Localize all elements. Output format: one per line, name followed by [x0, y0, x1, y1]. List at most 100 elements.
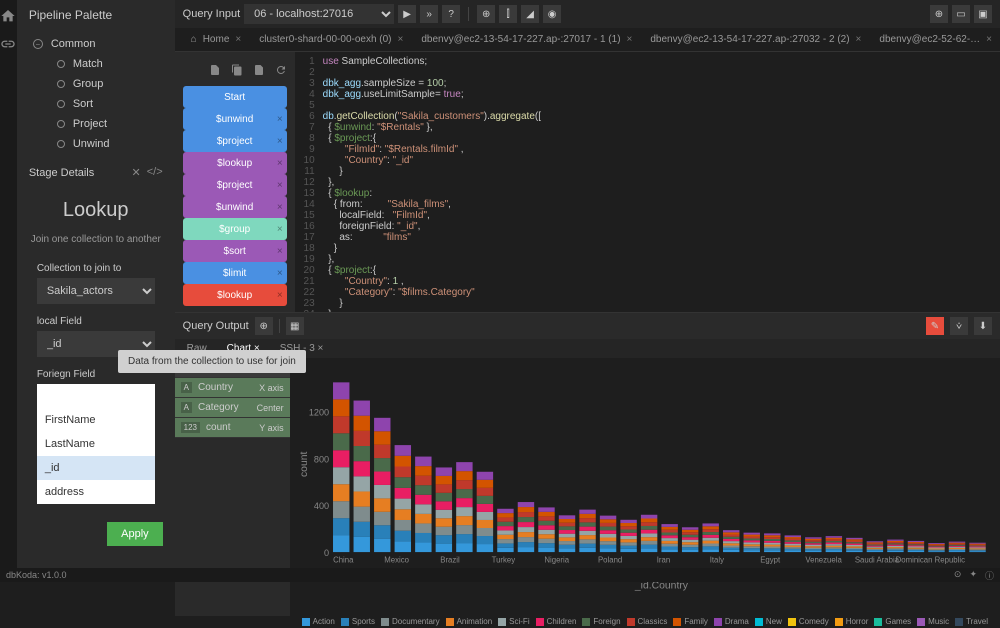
- query-input-label: Query Input: [183, 8, 240, 20]
- legend-item[interactable]: Games: [874, 617, 911, 626]
- chart-config-row[interactable]: ACountryX axis: [175, 378, 290, 398]
- close-icon[interactable]: ×: [398, 34, 404, 45]
- svg-text:count: count: [299, 451, 310, 477]
- close-icon[interactable]: ×: [277, 180, 283, 191]
- close-icon[interactable]: ×: [277, 246, 283, 257]
- output-download-button[interactable]: ⬇: [974, 317, 992, 335]
- legend-item[interactable]: Travel: [955, 617, 988, 626]
- save-button[interactable]: ▣: [974, 5, 992, 23]
- zoom-button[interactable]: ⊕: [477, 5, 495, 23]
- pipeline-stage[interactable]: $limit×: [183, 262, 287, 284]
- palette-item-sort[interactable]: Sort: [17, 94, 175, 114]
- chart-config-row[interactable]: ACategoryCenter: [175, 398, 290, 418]
- close-icon[interactable]: ×: [277, 114, 283, 125]
- close-icon[interactable]: ×: [277, 290, 283, 301]
- close-icon[interactable]: ×: [856, 34, 862, 45]
- svg-text:1200: 1200: [309, 408, 329, 418]
- code-icon[interactable]: </>: [147, 166, 163, 179]
- legend-item[interactable]: Drama: [714, 617, 749, 626]
- run-all-button[interactable]: »: [420, 5, 438, 23]
- legend-item[interactable]: New: [755, 617, 782, 626]
- close-icon[interactable]: ✕: [132, 166, 141, 179]
- chart-button[interactable]: ◢: [521, 5, 539, 23]
- palette-item-unwind[interactable]: Unwind: [17, 134, 175, 154]
- code-editor[interactable]: 1use SampleCollections;23dbk_agg.sampleS…: [295, 52, 1000, 312]
- output-edit-button[interactable]: ✎: [926, 317, 944, 335]
- dropdown-option[interactable]: address: [37, 480, 155, 504]
- output-zoom-button[interactable]: ⊕: [255, 317, 273, 335]
- stage-title: Lookup: [17, 187, 175, 234]
- legend-item[interactable]: Classics: [627, 617, 668, 626]
- output-filter-button[interactable]: ⩒: [950, 317, 968, 335]
- pipeline-stage[interactable]: $lookup×: [183, 284, 287, 306]
- status-bar: dbKoda: v1.0.0 ⊙ ✦ ⓘ: [0, 568, 1000, 582]
- apply-button[interactable]: Apply: [107, 522, 163, 546]
- editor-tab[interactable]: dbenvy@ec2-13-54-17-227.ap-:27017 - 1 (1…: [413, 28, 640, 52]
- output-header: Query Output: [183, 320, 249, 332]
- svg-text:Saudi Arabia: Saudi Arabia: [854, 555, 899, 564]
- editor-tab[interactable]: ⌂Home×: [183, 28, 250, 52]
- radio-icon: [57, 60, 65, 68]
- chart-config-row[interactable]: 123countY axis: [175, 418, 290, 438]
- add-button[interactable]: ⊕: [930, 5, 948, 23]
- close-icon[interactable]: ×: [277, 158, 283, 169]
- pipeline-stage[interactable]: $unwind×: [183, 196, 287, 218]
- status-info-icon[interactable]: ⓘ: [985, 569, 994, 582]
- legend-item[interactable]: Sci-Fi: [498, 617, 529, 626]
- connection-select[interactable]: 06 - localhost:27016: [244, 4, 394, 24]
- foreignfield-input[interactable]: [37, 384, 155, 408]
- pipeline-stage[interactable]: $project×: [183, 130, 287, 152]
- legend-item[interactable]: Horror: [835, 617, 869, 626]
- close-icon[interactable]: ×: [277, 268, 283, 279]
- legend-item[interactable]: Foreign: [582, 617, 620, 626]
- collection-select[interactable]: Sakila_actors: [37, 278, 155, 304]
- pipeline-stage[interactable]: $project×: [183, 174, 287, 196]
- radio-icon: [57, 120, 65, 128]
- pipeline-stage[interactable]: $group×: [183, 218, 287, 240]
- close-icon[interactable]: ×: [627, 34, 633, 45]
- close-icon[interactable]: ×: [277, 202, 283, 213]
- refresh-icon[interactable]: [275, 64, 287, 76]
- output-grid-button[interactable]: ▦: [286, 317, 304, 335]
- link-icon[interactable]: [0, 36, 16, 52]
- editor-tab[interactable]: cluster0-shard-00-00-oexh (0)×: [251, 28, 411, 52]
- legend-item[interactable]: Documentary: [381, 617, 440, 626]
- pipeline-stage[interactable]: $unwind×: [183, 108, 287, 130]
- palette-item-match[interactable]: Match: [17, 54, 175, 74]
- pipeline-stage[interactable]: $lookup×: [183, 152, 287, 174]
- status-bug-icon[interactable]: ✦: [969, 569, 977, 582]
- dropdown-option[interactable]: _id: [37, 456, 155, 480]
- stats-button[interactable]: ⫿: [499, 5, 517, 23]
- legend-item[interactable]: Comedy: [788, 617, 829, 626]
- version-label: dbKoda: v1.0.0: [6, 570, 67, 580]
- open-button[interactable]: ▭: [952, 5, 970, 23]
- globe-button[interactable]: ◉: [543, 5, 561, 23]
- status-support-icon[interactable]: ⊙: [954, 569, 962, 582]
- run-button[interactable]: ▶: [398, 5, 416, 23]
- export-icon[interactable]: [209, 64, 221, 76]
- copy-icon[interactable]: [231, 64, 243, 76]
- legend-item[interactable]: Children: [536, 617, 577, 626]
- legend-item[interactable]: Family: [673, 617, 708, 626]
- dropdown-option[interactable]: FirstName: [37, 408, 155, 432]
- palette-item-group[interactable]: Group: [17, 74, 175, 94]
- pipeline-stage[interactable]: Start: [183, 86, 287, 108]
- close-icon[interactable]: ×: [235, 34, 241, 45]
- palette-group-common[interactable]: Common: [17, 34, 175, 54]
- close-icon[interactable]: ×: [986, 34, 992, 45]
- home-icon[interactable]: [0, 8, 16, 24]
- legend-item[interactable]: Sports: [341, 617, 375, 626]
- editor-tab[interactable]: dbenvy@ec2-52-62-…×: [871, 28, 1000, 52]
- close-icon[interactable]: ×: [318, 343, 324, 354]
- palette-item-project[interactable]: Project: [17, 114, 175, 134]
- legend-item[interactable]: Action: [302, 617, 335, 626]
- doc-icon[interactable]: [253, 64, 265, 76]
- legend-item[interactable]: Animation: [446, 617, 493, 626]
- close-icon[interactable]: ×: [277, 224, 283, 235]
- pipeline-stage[interactable]: $sort×: [183, 240, 287, 262]
- close-icon[interactable]: ×: [277, 136, 283, 147]
- help-button[interactable]: ?: [442, 5, 460, 23]
- legend-item[interactable]: Music: [917, 617, 949, 626]
- dropdown-option[interactable]: LastName: [37, 432, 155, 456]
- editor-tab[interactable]: dbenvy@ec2-13-54-17-227.ap-:27032 - 2 (2…: [642, 28, 869, 52]
